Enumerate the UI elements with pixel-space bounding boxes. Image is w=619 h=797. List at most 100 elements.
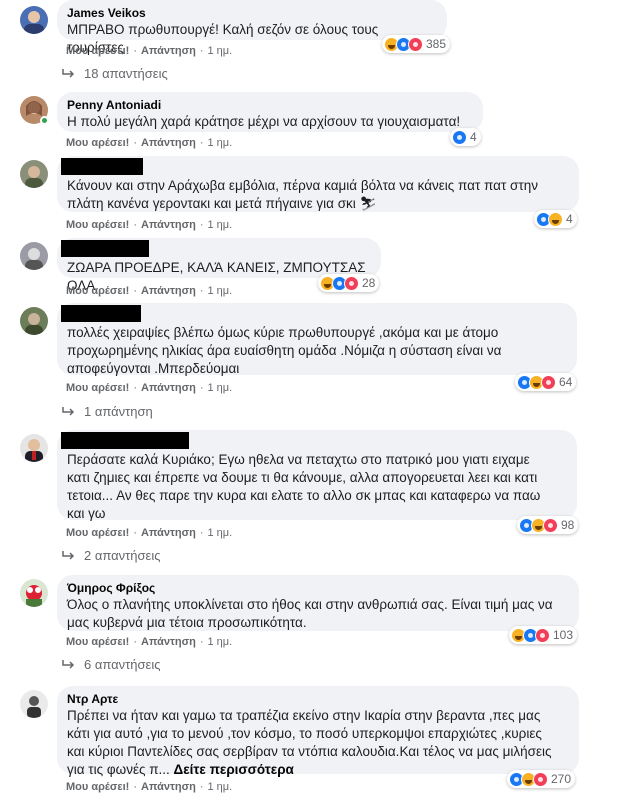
redacted-author-name bbox=[61, 432, 189, 449]
comment-text: Περάσατε καλά Κυριάκο; Εγω ηθελα να πετα… bbox=[67, 452, 541, 521]
reply-button[interactable]: Απάντηση bbox=[141, 219, 196, 231]
love-reaction-icon bbox=[543, 517, 558, 533]
timestamp[interactable]: 1 ημ. bbox=[208, 527, 233, 539]
comment-text: Η πολύ μεγάλη χαρά κράτησε μέχρι να αρχί… bbox=[67, 114, 461, 129]
comment-actions: Μου αρέσει! · Απάντηση · 1 ημ. bbox=[66, 781, 233, 793]
comment-bubble: Όμηρος Φρίξος Όλος ο πλανήτης υποκλίνετα… bbox=[57, 575, 579, 631]
timestamp[interactable]: 1 ημ. bbox=[208, 636, 233, 648]
comment-actions: Μου αρέσει! · Απάντηση · 1 ημ. bbox=[66, 219, 233, 231]
reaction-summary[interactable]: 28 bbox=[318, 274, 380, 292]
comment-text: Όλος ο πλανήτης υποκλίνεται στο ήθος και… bbox=[67, 597, 553, 630]
reaction-summary[interactable]: 385 bbox=[382, 35, 451, 53]
comment-bubble: Penny Antoniadi Η πολύ μεγάλη χαρά κράτη… bbox=[57, 92, 483, 132]
reaction-summary[interactable]: 4 bbox=[450, 128, 481, 146]
comment-actions: Μου αρέσει! · Απάντηση · 1 ημ. bbox=[66, 527, 233, 539]
online-status-icon bbox=[40, 116, 49, 125]
reaction-count: 4 bbox=[566, 212, 573, 226]
reaction-count: 103 bbox=[553, 628, 574, 642]
reply-arrow-icon bbox=[62, 407, 75, 416]
reaction-summary[interactable]: 64 bbox=[515, 373, 577, 391]
view-replies-link[interactable]: 6 απαντήσεις bbox=[62, 657, 161, 673]
reaction-count: 98 bbox=[561, 518, 575, 532]
timestamp[interactable]: 1 ημ. bbox=[208, 219, 233, 231]
author-name[interactable] bbox=[67, 308, 567, 324]
love-reaction-icon bbox=[408, 36, 423, 52]
replies-count[interactable]: 2 απαντήσεις bbox=[84, 548, 161, 564]
avatar-image bbox=[25, 313, 43, 335]
reply-arrow-icon bbox=[62, 660, 75, 669]
avatar[interactable] bbox=[20, 96, 49, 125]
see-more-link[interactable]: Δείτε περισσότερα bbox=[174, 762, 294, 777]
love-reaction-icon bbox=[533, 771, 548, 787]
avatar[interactable] bbox=[20, 160, 48, 188]
redacted-author-name bbox=[61, 305, 141, 322]
reply-button[interactable]: Απάντηση bbox=[141, 137, 196, 149]
reply-button[interactable]: Απάντηση bbox=[141, 382, 196, 394]
comment-actions: Μου αρέσει! · Απάντηση · 1 ημ. bbox=[66, 45, 233, 57]
like-button[interactable]: Μου αρέσει! bbox=[66, 219, 129, 231]
reaction-summary[interactable]: 103 bbox=[509, 626, 578, 644]
like-button[interactable]: Μου αρέσει! bbox=[66, 285, 129, 297]
reply-button[interactable]: Απάντηση bbox=[141, 781, 196, 793]
avatar-image bbox=[26, 585, 42, 607]
avatar[interactable] bbox=[20, 6, 48, 34]
redacted-author-name bbox=[61, 240, 149, 257]
timestamp[interactable]: 1 ημ. bbox=[208, 45, 233, 57]
avatar-image bbox=[27, 696, 41, 718]
reaction-count: 4 bbox=[470, 130, 477, 144]
comment-actions: Μου αρέσει! · Απάντηση · 1 ημ. bbox=[66, 382, 233, 394]
comment-bubble: Ντρ Αρτε Πρέπει να ήταν και γαμω τα τραπ… bbox=[57, 686, 579, 777]
like-button[interactable]: Μου αρέσει! bbox=[66, 137, 129, 149]
timestamp[interactable]: 1 ημ. bbox=[208, 285, 233, 297]
like-button[interactable]: Μου αρέσει! bbox=[66, 527, 129, 539]
reply-button[interactable]: Απάντηση bbox=[141, 527, 196, 539]
comment-bubble: Περάσατε καλά Κυριάκο; Εγω ηθελα να πετα… bbox=[57, 430, 577, 521]
replies-count[interactable]: 18 απαντήσεις bbox=[84, 66, 168, 82]
like-button[interactable]: Μου αρέσει! bbox=[66, 45, 129, 57]
comment-bubble: Κάνουν και στην Αράχωβα εμβόλια, πέρνα κ… bbox=[57, 156, 579, 212]
view-replies-link[interactable]: 18 απαντήσεις bbox=[62, 66, 168, 82]
reaction-summary[interactable]: 98 bbox=[517, 516, 579, 534]
avatar[interactable] bbox=[20, 434, 48, 462]
comment-actions: Μου αρέσει! · Απάντηση · 1 ημ. bbox=[66, 137, 233, 149]
comment-bubble: πολλές χειραψίες βλέπω όμως κύριε πρωθυπ… bbox=[57, 303, 577, 376]
like-button[interactable]: Μου αρέσει! bbox=[66, 781, 129, 793]
avatar-image bbox=[24, 11, 44, 34]
like-button[interactable]: Μου αρέσει! bbox=[66, 382, 129, 394]
avatar[interactable] bbox=[20, 579, 48, 607]
author-name[interactable]: Όμηρος Φρίξος bbox=[67, 580, 569, 596]
timestamp[interactable]: 1 ημ. bbox=[208, 137, 233, 149]
comment-text: πολλές χειραψίες βλέπω όμως κύριε πρωθυπ… bbox=[67, 325, 502, 376]
comment-text: Κάνουν και στην Αράχωβα εμβόλια, πέρνα κ… bbox=[67, 178, 538, 211]
reply-button[interactable]: Απάντηση bbox=[141, 636, 196, 648]
love-reaction-icon bbox=[541, 374, 556, 390]
avatar[interactable] bbox=[20, 307, 48, 335]
author-name[interactable]: James Veikos bbox=[67, 5, 437, 21]
replies-count[interactable]: 6 απαντήσεις bbox=[84, 657, 161, 673]
reaction-summary[interactable]: 4 bbox=[534, 210, 577, 228]
comment-body: Πρέπει να ήταν και γαμω τα τραπέζια εκεί… bbox=[67, 708, 552, 777]
author-name[interactable]: Penny Antoniadi bbox=[67, 97, 473, 113]
reply-button[interactable]: Απάντηση bbox=[141, 285, 196, 297]
avatar[interactable] bbox=[20, 690, 48, 718]
view-replies-link[interactable]: 2 απαντήσεις bbox=[62, 548, 161, 564]
like-button[interactable]: Μου αρέσει! bbox=[66, 636, 129, 648]
author-name[interactable]: Ντρ Αρτε bbox=[67, 691, 569, 707]
avatar-image bbox=[25, 248, 43, 270]
reaction-count: 28 bbox=[362, 276, 376, 290]
comment-actions: Μου αρέσει! · Απάντηση · 1 ημ. bbox=[66, 285, 233, 297]
reaction-count: 385 bbox=[426, 37, 447, 51]
reply-button[interactable]: Απάντηση bbox=[141, 45, 196, 57]
reaction-summary[interactable]: 270 bbox=[507, 770, 576, 788]
avatar-image bbox=[25, 439, 43, 462]
timestamp[interactable]: 1 ημ. bbox=[208, 382, 233, 394]
timestamp[interactable]: 1 ημ. bbox=[208, 781, 233, 793]
comment-bubble: ΖΩΑΡΑ ΠΡΟΕΔΡΕ, ΚΑΛΆ ΚΑΝΕΙΣ, ΖΜΠΟΥΤΣΑΣ ΟΛ… bbox=[57, 238, 381, 293]
view-replies-link[interactable]: 1 απάντηση bbox=[62, 404, 153, 420]
comment-text: Πρέπει να ήταν και γαμω τα τραπέζια εκεί… bbox=[67, 707, 569, 779]
replies-count[interactable]: 1 απάντηση bbox=[84, 404, 153, 420]
avatar-image bbox=[25, 166, 43, 188]
redacted-author-name bbox=[61, 158, 143, 175]
avatar[interactable] bbox=[20, 242, 48, 270]
reaction-count: 64 bbox=[559, 375, 573, 389]
